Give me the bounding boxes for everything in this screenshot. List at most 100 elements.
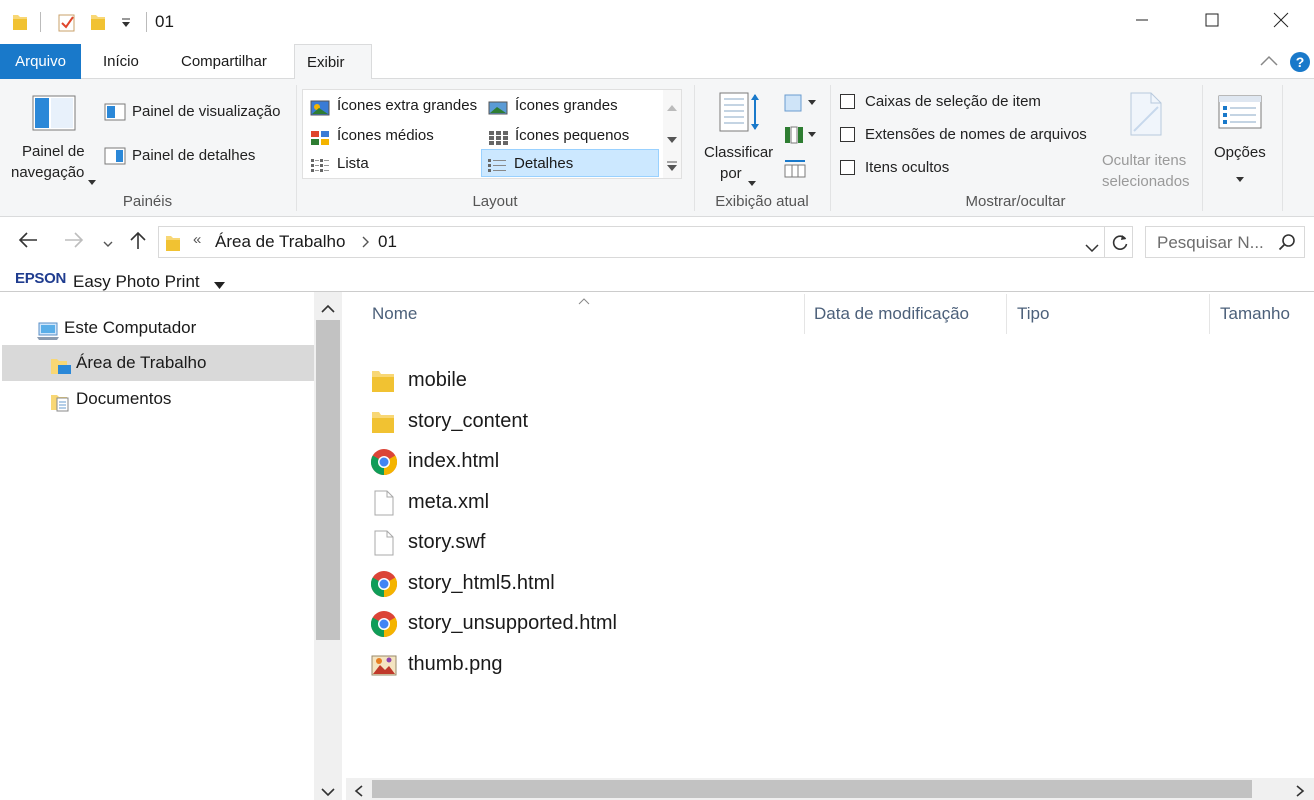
breadcrumb-01[interactable]: 01 — [378, 232, 397, 252]
chevron-down-icon[interactable] — [214, 276, 225, 293]
file-row[interactable]: story_content — [370, 401, 770, 441]
tree-label: Área de Trabalho — [76, 353, 207, 372]
hide-selected-button[interactable]: Ocultar itens selecionados — [1098, 89, 1194, 190]
customize-dropdown-icon[interactable] — [120, 16, 132, 33]
help-icon[interactable]: ? — [1289, 51, 1311, 77]
details-pane-icon — [104, 147, 126, 169]
divider — [40, 12, 41, 32]
checkbox[interactable] — [840, 94, 855, 109]
layout-details[interactable]: Detalhes — [481, 149, 659, 177]
hidden-items-label: Itens ocultos — [865, 159, 950, 176]
tree-label: Documentos — [76, 389, 172, 408]
navigation-pane-scrollbar[interactable] — [314, 292, 342, 800]
scroll-left-icon[interactable] — [354, 784, 363, 800]
layout-extra-large-icons[interactable]: Ícones extra grandes — [305, 92, 477, 120]
scroll-right-icon[interactable] — [1296, 784, 1305, 800]
file-row[interactable]: mobile — [370, 360, 770, 400]
small-icons-icon — [488, 128, 508, 145]
refresh-icon[interactable] — [1111, 233, 1129, 255]
address-dropdown-icon[interactable] — [1085, 239, 1099, 256]
back-button[interactable] — [14, 229, 42, 255]
size-columns-button[interactable] — [784, 157, 808, 183]
sort-by-label-2: por — [720, 165, 742, 182]
list-icon — [310, 156, 330, 172]
maximize-button[interactable] — [1177, 0, 1247, 44]
minimize-icon — [1135, 13, 1149, 31]
tab-exibir[interactable]: Exibir — [294, 44, 372, 80]
navigation-pane-button[interactable]: Painel de navegação — [8, 85, 96, 185]
folder-icon[interactable] — [12, 12, 28, 36]
tree-item-documentos[interactable]: Documentos — [50, 381, 310, 417]
layout-label: Lista — [337, 155, 369, 172]
item-checkboxes-label: Caixas de seleção de item — [865, 93, 1041, 110]
properties-icon[interactable] — [57, 12, 77, 36]
file-row[interactable]: story_html5.html — [370, 563, 770, 603]
easy-photo-print-button[interactable]: Easy Photo Print — [73, 272, 200, 292]
file-row[interactable]: story.swf — [370, 522, 770, 562]
large-icons-icon — [488, 98, 508, 115]
breadcrumb-area-de-trabalho[interactable]: Área de Trabalho — [215, 232, 345, 252]
breadcrumb-overflow[interactable]: « — [193, 231, 201, 248]
chevron-right-icon[interactable] — [361, 235, 369, 252]
tab-inicio[interactable]: Início — [91, 44, 151, 79]
column-header-data[interactable]: Data de modificação — [804, 292, 1006, 336]
search-input[interactable]: Pesquisar N... — [1145, 226, 1305, 258]
file-row[interactable]: meta.xml — [370, 482, 770, 522]
scroll-up-icon[interactable] — [667, 98, 677, 115]
add-columns-button[interactable] — [784, 125, 820, 149]
folder-icon — [370, 408, 398, 436]
add-columns-icon — [784, 126, 820, 149]
up-button[interactable] — [126, 229, 150, 255]
scrollbar-thumb[interactable] — [372, 780, 1252, 798]
column-header-tamanho[interactable]: Tamanho — [1210, 292, 1314, 336]
new-folder-icon[interactable] — [90, 12, 106, 36]
ribbon-tabs: Arquivo Início Compartilhar Exibir ? — [0, 44, 1314, 80]
group-by-button[interactable] — [784, 93, 820, 117]
maximize-icon — [1205, 13, 1219, 31]
checkbox[interactable] — [840, 127, 855, 142]
navigation-pane: Este Computador Área de Trabalho Documen… — [0, 292, 342, 800]
file-row[interactable]: story_unsupported.html — [370, 603, 770, 643]
file-name: story.swf — [408, 531, 486, 553]
checkbox[interactable] — [840, 160, 855, 175]
layout-label: Ícones grandes — [515, 97, 618, 114]
layout-large-icons[interactable]: Ícones grandes — [483, 92, 618, 120]
folder-icon — [370, 367, 398, 395]
tree-item-este-computador[interactable]: Este Computador — [36, 310, 306, 346]
layout-medium-icons[interactable]: Ícones médios — [305, 122, 434, 150]
tab-arquivo[interactable]: Arquivo — [0, 44, 81, 79]
scroll-up-icon[interactable] — [321, 300, 335, 317]
file-extensions-label: Extensões de nomes de arquivos — [865, 126, 1087, 143]
sort-by-button[interactable]: Classificar por — [700, 85, 778, 186]
image-icon — [370, 651, 398, 679]
collapse-ribbon-icon[interactable] — [1260, 54, 1278, 71]
search-icon[interactable] — [1278, 233, 1296, 255]
layout-list[interactable]: Lista — [305, 150, 369, 178]
layout-gallery-scroller[interactable] — [663, 90, 681, 178]
column-header-nome[interactable]: Nome — [362, 292, 802, 336]
epson-logo: EPSON — [15, 270, 67, 287]
options-button[interactable]: Opções — [1208, 89, 1272, 189]
scrollbar-thumb[interactable] — [316, 320, 340, 640]
file-icon — [370, 489, 398, 517]
navigation-pane-label-1: Painel de — [22, 143, 85, 160]
expand-gallery-icon[interactable] — [667, 158, 677, 175]
horizontal-scrollbar[interactable] — [346, 778, 1314, 800]
forward-button[interactable] — [60, 229, 88, 255]
tree-item-area-de-trabalho[interactable]: Área de Trabalho — [2, 345, 314, 381]
column-header-tipo[interactable]: Tipo — [1007, 292, 1209, 336]
address-input[interactable]: « Área de Trabalho 01 — [158, 226, 1133, 258]
tab-compartilhar[interactable]: Compartilhar — [169, 44, 279, 79]
file-row[interactable]: index.html — [370, 441, 770, 481]
recent-locations-button[interactable] — [98, 229, 118, 255]
scroll-down-icon[interactable] — [667, 130, 677, 147]
minimize-button[interactable] — [1107, 0, 1177, 44]
folder-icon — [165, 233, 181, 257]
close-button[interactable] — [1247, 0, 1314, 44]
scroll-down-icon[interactable] — [321, 784, 335, 800]
layout-small-icons[interactable]: Ícones pequenos — [483, 122, 629, 150]
hide-selected-label-1: Ocultar itens — [1102, 152, 1187, 169]
search-placeholder: Pesquisar N... — [1157, 233, 1264, 252]
group-divider — [1202, 85, 1203, 211]
file-row[interactable]: thumb.png — [370, 644, 770, 684]
